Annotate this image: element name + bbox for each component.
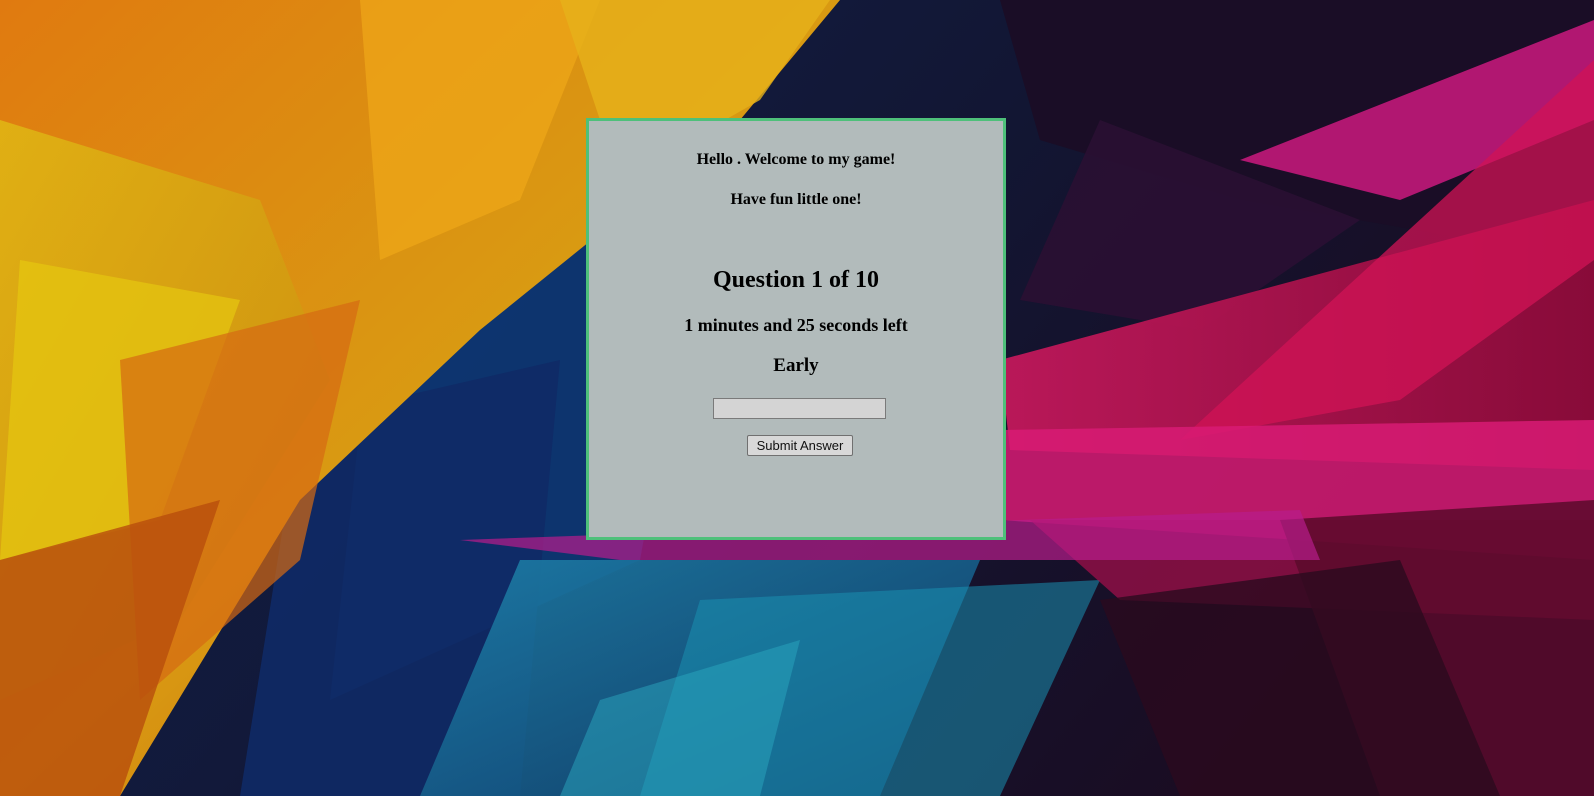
word-prompt: Early [773,355,819,376]
subgreeting-text: Have fun little one! [730,191,862,208]
question-counter: Question 1 of 10 [712,267,879,293]
answer-input[interactable] [713,398,886,419]
game-panel: Hello . Welcome to my game! Have fun lit… [586,118,1006,540]
timer-text: 1 minutes and 25 seconds left [684,315,908,335]
greeting-text: Hello . Welcome to my game! [696,151,896,168]
submit-answer-button[interactable]: Submit Answer [747,435,853,456]
